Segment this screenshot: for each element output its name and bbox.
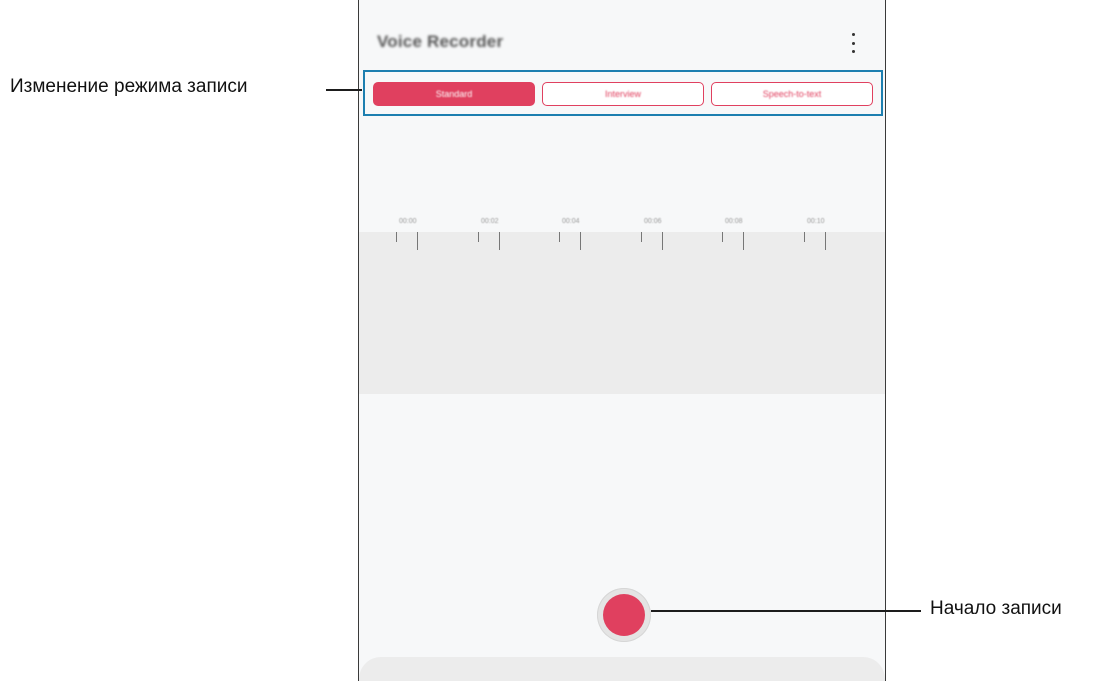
annotation-mode-change: Изменение режима записи — [10, 76, 248, 97]
timeline-label: 00:06 — [644, 218, 662, 225]
timeline-label: 00:00 — [399, 218, 417, 225]
tab-speech-to-text-label: Speech-to-text — [762, 89, 822, 99]
timeline-tick — [743, 232, 744, 250]
timeline-tick — [580, 232, 581, 250]
timeline-tick — [478, 232, 479, 242]
annotation-leader-line — [326, 89, 362, 91]
timeline-tick — [641, 232, 642, 242]
tab-speech-to-text[interactable]: Speech-to-text — [711, 82, 873, 106]
timeline-tick — [662, 232, 663, 250]
recording-mode-selector: Standard Interview Speech-to-text — [363, 70, 883, 116]
timeline-tick — [559, 232, 560, 242]
annotation-leader-line — [651, 610, 921, 612]
record-button[interactable] — [597, 588, 651, 642]
timeline-tick — [499, 232, 500, 250]
tab-interview[interactable]: Interview — [542, 82, 704, 106]
timeline-label: 00:02 — [481, 218, 499, 225]
more-options-icon[interactable] — [847, 33, 859, 53]
timeline-tick — [825, 232, 826, 250]
timeline-label: 00:08 — [725, 218, 743, 225]
tab-interview-label: Interview — [604, 89, 641, 99]
app-title: Voice Recorder — [377, 32, 504, 51]
timeline-label: 00:04 — [562, 218, 580, 225]
timeline-tick — [722, 232, 723, 242]
annotation-start-recording: Начало записи — [930, 598, 1062, 619]
tab-standard[interactable]: Standard — [373, 82, 535, 106]
timeline-tick — [396, 232, 397, 242]
record-icon — [603, 594, 645, 636]
timeline-tick — [804, 232, 805, 242]
timeline-tick — [417, 232, 418, 250]
timeline-label: 00:10 — [807, 218, 825, 225]
tab-standard-label: Standard — [435, 89, 473, 99]
device-screen: Voice Recorder Standard Interview Speech… — [358, 0, 886, 681]
device-bottom-edge — [359, 657, 885, 681]
waveform-area — [359, 232, 885, 394]
